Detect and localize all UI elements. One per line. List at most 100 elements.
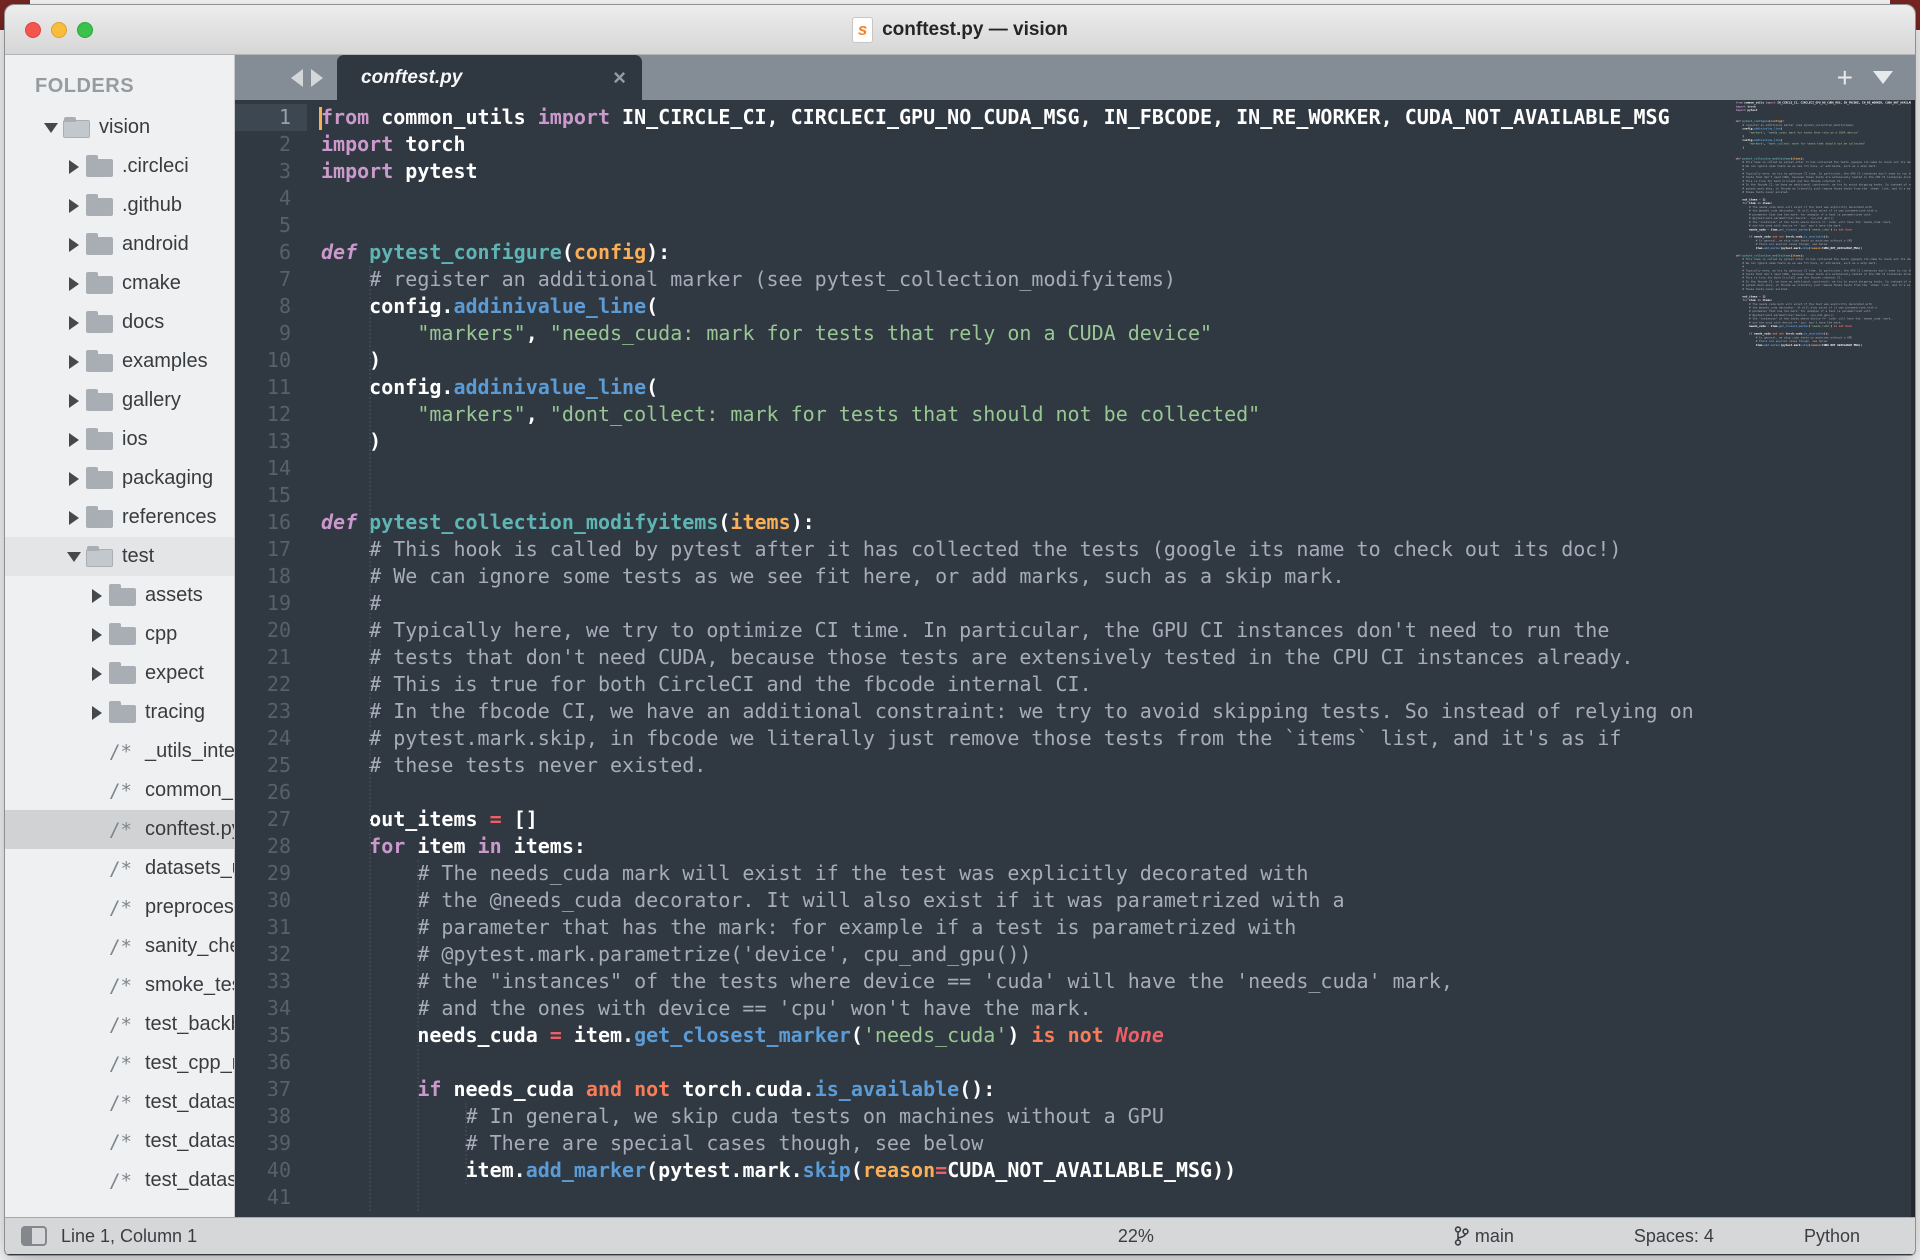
sidebar-toggle-icon[interactable] xyxy=(21,1226,47,1246)
line-number: 15 xyxy=(235,482,307,509)
tree-file-sanity_checks[interactable]: /*sanity_checks xyxy=(5,927,234,966)
tree-folder-android[interactable]: android xyxy=(5,225,234,264)
tree-folder-gallery[interactable]: gallery xyxy=(5,381,234,420)
tree-folder-assets[interactable]: assets xyxy=(5,576,234,615)
line-number: 17 xyxy=(235,536,307,563)
tree-folder-expect[interactable]: expect xyxy=(5,654,234,693)
chevron-right-icon[interactable] xyxy=(69,277,79,291)
git-branch[interactable]: main xyxy=(1454,1226,1514,1247)
code-area[interactable]: 1from common_utils import IN_CIRCLE_CI, … xyxy=(235,100,1733,1217)
tree-file-test_cpp_mo[interactable]: /*test_cpp_mo xyxy=(5,1044,234,1083)
tab-controls: + xyxy=(1837,55,1893,100)
tree-folder-tracing[interactable]: tracing xyxy=(5,693,234,732)
folder-tree: vision.circleci.githubandroidcmakedocs ex… xyxy=(5,108,234,1200)
overflow-menu-icon[interactable] xyxy=(1873,71,1893,84)
syntax-language[interactable]: Python xyxy=(1804,1226,1860,1247)
code-line: 23 # In the fbcode CI, we have an additi… xyxy=(235,698,1733,725)
line-number: 37 xyxy=(235,1076,307,1103)
chevron-right-icon[interactable] xyxy=(92,589,102,603)
tree-folder-cpp[interactable]: cpp xyxy=(5,615,234,654)
tree-file-conftest.py[interactable]: /*conftest.py xyxy=(5,810,234,849)
code-line: 37 if needs_cuda and not torch.cuda.is_a… xyxy=(235,1076,1733,1103)
tree-file-test_datasets[interactable]: /*test_datasets xyxy=(5,1161,234,1200)
code-line: 39 # There are special cases though, see… xyxy=(235,1130,1733,1157)
tree-item-label: test_cpp_mo xyxy=(145,1052,235,1075)
chevron-right-icon[interactable] xyxy=(92,667,102,681)
tree-item-label: smoke_test.p xyxy=(145,974,235,997)
tree-folder-packaging[interactable]: packaging xyxy=(5,459,234,498)
folder-open-icon xyxy=(86,549,113,567)
close-icon[interactable]: × xyxy=(613,67,626,89)
code-line: 6def pytest_configure(config): xyxy=(235,239,1733,266)
tree-file-datasets_utils[interactable]: /*datasets_utils xyxy=(5,849,234,888)
code-line: 4 xyxy=(235,185,1733,212)
close-window-button[interactable] xyxy=(25,22,41,38)
tree-file-preprocess-b[interactable]: /*preprocess-b xyxy=(5,888,234,927)
file-icon: /* xyxy=(109,741,132,763)
tree-file-test_backbor[interactable]: /*test_backbor xyxy=(5,1005,234,1044)
line-number: 39 xyxy=(235,1130,307,1157)
file-icon: /* xyxy=(109,1170,132,1192)
chevron-right-icon[interactable] xyxy=(69,433,79,447)
tree-file-_utils_interna[interactable]: /*_utils_interna xyxy=(5,732,234,771)
tree-folder-docs[interactable]: docs xyxy=(5,303,234,342)
nav-forward-icon[interactable] xyxy=(311,69,323,87)
chevron-right-icon[interactable] xyxy=(69,355,79,369)
tree-folder-vision[interactable]: vision xyxy=(5,108,234,147)
tree-item-label: cpp xyxy=(145,623,177,646)
tree-folder-cmake[interactable]: cmake xyxy=(5,264,234,303)
nav-back-icon[interactable] xyxy=(291,69,303,87)
indentation-setting[interactable]: Spaces: 4 xyxy=(1634,1226,1714,1247)
code-line: 13 ) xyxy=(235,428,1733,455)
line-number: 4 xyxy=(235,185,307,212)
folder-icon xyxy=(86,510,113,528)
tree-item-label: gallery xyxy=(122,389,181,412)
tree-folder-examples[interactable]: examples xyxy=(5,342,234,381)
chevron-right-icon[interactable] xyxy=(69,472,79,486)
chevron-right-icon[interactable] xyxy=(92,706,102,720)
tree-item-label: examples xyxy=(122,350,208,373)
chevron-down-icon[interactable] xyxy=(44,123,58,133)
minimize-window-button[interactable] xyxy=(51,22,67,38)
folder-open-icon xyxy=(63,120,90,138)
code-line: 41 xyxy=(235,1184,1733,1211)
line-number: 8 xyxy=(235,293,307,320)
chevron-right-icon[interactable] xyxy=(69,160,79,174)
line-number: 41 xyxy=(235,1184,307,1211)
code-line: 9 "markers", "needs_cuda: mark for tests… xyxy=(235,320,1733,347)
line-number: 7 xyxy=(235,266,307,293)
folder-icon xyxy=(86,432,113,450)
tree-file-common_utils[interactable]: /*common_utils xyxy=(5,771,234,810)
code-line: 28 for item in items: xyxy=(235,833,1733,860)
tree-folder-test[interactable]: test xyxy=(5,537,234,576)
zoom-window-button[interactable] xyxy=(77,22,93,38)
file-icon: /* xyxy=(109,897,132,919)
tree-file-smoke_test.p[interactable]: /*smoke_test.p xyxy=(5,966,234,1005)
tree-folder-ios[interactable]: ios xyxy=(5,420,234,459)
chevron-right-icon[interactable] xyxy=(69,511,79,525)
tab-conftest[interactable]: conftest.py × xyxy=(337,55,642,100)
chevron-right-icon[interactable] xyxy=(69,199,79,213)
tree-folder-.github[interactable]: .github xyxy=(5,186,234,225)
new-tab-button[interactable]: + xyxy=(1837,64,1853,92)
code-line: 7 # register an additional marker (see p… xyxy=(235,266,1733,293)
tree-folder-references[interactable]: references xyxy=(5,498,234,537)
chevron-right-icon[interactable] xyxy=(69,316,79,330)
chevron-right-icon[interactable] xyxy=(92,628,102,642)
tree-folder-.circleci[interactable]: .circleci xyxy=(5,147,234,186)
minimap[interactable]: from common_utils import IN_CIRCLE_CI, C… xyxy=(1733,100,1911,1217)
code-line: 1from common_utils import IN_CIRCLE_CI, … xyxy=(235,104,1733,131)
folder-icon xyxy=(109,666,136,684)
line-number: 24 xyxy=(235,725,307,752)
tree-file-test_datasets[interactable]: /*test_datasets xyxy=(5,1122,234,1161)
chevron-right-icon[interactable] xyxy=(69,238,79,252)
line-number: 1 xyxy=(235,104,307,131)
tree-item-label: ios xyxy=(122,428,148,451)
code-line: 12 "markers", "dont_collect: mark for te… xyxy=(235,401,1733,428)
code-line: 22 # This is true for both CircleCI and … xyxy=(235,671,1733,698)
chevron-down-icon[interactable] xyxy=(67,552,81,562)
tree-file-test_datasets[interactable]: /*test_datasets xyxy=(5,1083,234,1122)
code-line: 10 ) xyxy=(235,347,1733,374)
code-line: 24 # pytest.mark.skip, in fbcode we lite… xyxy=(235,725,1733,752)
chevron-right-icon[interactable] xyxy=(69,394,79,408)
